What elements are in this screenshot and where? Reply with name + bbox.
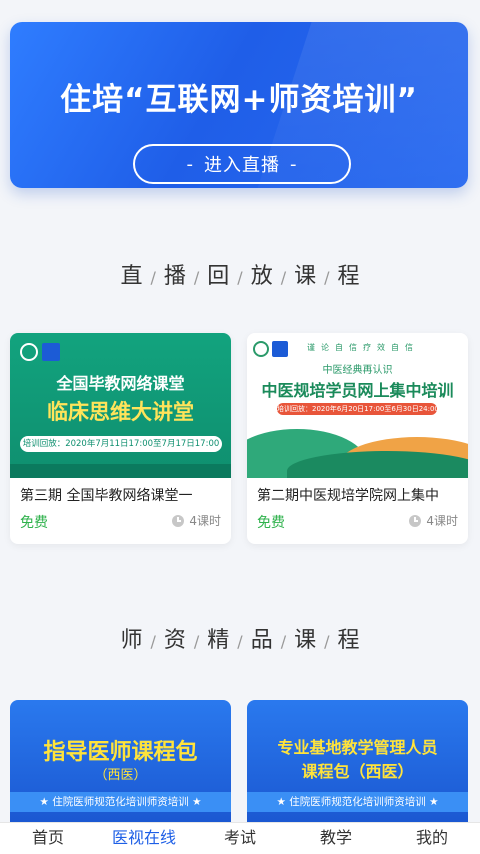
enter-live-label: 进入直播 <box>204 155 280 176</box>
thumb-date: 培训回放：2020年6月20日17:00至6月30日24:00 <box>277 403 439 415</box>
section-char: 课 <box>294 628 317 653</box>
section-separator: / <box>193 632 200 651</box>
teacher-course-card[interactable]: 专业基地教学管理人员 课程包（西医） ★ 住院医师规范化培训师资培训 ★ <box>247 700 468 828</box>
section-separator: / <box>237 268 243 287</box>
org-emblem-icon <box>253 341 269 357</box>
section-separator: / <box>150 268 156 287</box>
course-title: 第二期中医规培学院网上集中 <box>257 488 439 504</box>
section-title-teacher: 师 / 资 / 精 / 品 / 课 / 程 <box>0 622 480 654</box>
course-package-strip: ★ 住院医师规范化培训师资培训 ★ <box>10 792 231 812</box>
button-dash-right: - <box>290 153 298 175</box>
course-thumbnail: 全国毕教网络课堂 临床思维大讲堂 培训回放：2020年7月11日17:00至7月… <box>10 333 231 478</box>
replay-course-card[interactable]: 谨论自信疗效自信 中医经典再认识 中医规培学员网上集中培训 培训回放：2020年… <box>247 333 468 544</box>
course-title: 第三期 全国毕教网络课堂一 <box>20 488 193 504</box>
section-separator: / <box>280 632 287 651</box>
org-logos <box>253 341 288 357</box>
course-package-strip: ★ 住院医师规范化培训师资培训 ★ <box>247 792 468 812</box>
clock-icon <box>172 514 185 527</box>
org-logos <box>20 343 60 361</box>
course-thumbnail: 谨论自信疗效自信 中医经典再认识 中医规培学员网上集中培训 培训回放：2020年… <box>247 333 468 478</box>
section-char: 放 <box>250 264 273 289</box>
replay-course-card[interactable]: 全国毕教网络课堂 临床思维大讲堂 培训回放：2020年7月11日17:00至7月… <box>10 333 231 544</box>
course-package-title: 专业基地教学管理人员 <box>277 738 438 757</box>
course-lessons: 4课时 <box>172 512 221 529</box>
tab-teaching[interactable]: 教学 <box>288 823 384 854</box>
thumb-footer <box>10 464 231 478</box>
section-title-replay: 直 / 播 / 回 / 放 / 课 / 程 <box>0 258 480 290</box>
course-package-title: 指导医师课程包 <box>43 740 198 765</box>
section-separator: / <box>150 632 156 651</box>
org-emblem-icon <box>20 343 38 361</box>
org-logo-icon <box>42 343 60 361</box>
section-char: 回 <box>207 264 230 289</box>
lessons-count: 4课时 <box>189 514 221 528</box>
thumb-date: 培训回放：2020年7月11日17:00至7月17日17:00 <box>20 436 222 452</box>
clock-icon <box>409 514 422 527</box>
section-char: 品 <box>250 628 273 653</box>
tab-home[interactable]: 首页 <box>0 823 96 854</box>
section-char: 播 <box>163 264 186 289</box>
section-separator: / <box>193 268 200 287</box>
course-price: 免费 <box>20 515 48 531</box>
thumb-subtitle: 中医经典再认识 <box>322 365 393 376</box>
section-char: 资 <box>163 628 186 653</box>
teacher-course-card[interactable]: 指导医师课程包 （西医） ★ 住院医师规范化培训师资培训 ★ <box>10 700 231 828</box>
section-char: 直 <box>120 264 143 289</box>
section-separator: / <box>324 632 330 651</box>
section-char: 精 <box>207 628 230 653</box>
course-price: 免费 <box>257 515 285 531</box>
tab-video-online[interactable]: 医视在线 <box>96 823 192 854</box>
enter-live-button[interactable]: - 进入直播 - <box>133 144 351 184</box>
section-char: 课 <box>294 264 317 289</box>
banner-title: 住培“互联网+师资培训” <box>60 82 418 118</box>
lessons-count: 4课时 <box>426 514 458 528</box>
button-dash-left: - <box>186 153 194 175</box>
course-package-subtitle: （西医） <box>94 768 147 783</box>
section-separator: / <box>280 268 287 287</box>
course-package-title-line2: 课程包（西医） <box>301 762 414 781</box>
thumb-main-title: 中医规培学员网上集中培训 <box>261 381 454 400</box>
tab-exam[interactable]: 考试 <box>192 823 288 854</box>
live-banner[interactable]: 住培“互联网+师资培训” - 进入直播 - <box>10 22 468 188</box>
tab-mine[interactable]: 我的 <box>384 823 480 854</box>
thumb-motto: 谨论自信疗效自信 <box>307 343 419 352</box>
course-lessons: 4课时 <box>409 512 458 529</box>
thumb-line1: 全国毕教网络课堂 <box>56 374 185 393</box>
org-logo-icon <box>272 341 288 357</box>
bottom-tab-bar: 首页 医视在线 考试 教学 我的 <box>0 822 480 854</box>
thumb-line2: 临床思维大讲堂 <box>47 400 194 424</box>
section-separator: / <box>324 268 330 287</box>
section-char: 程 <box>337 264 360 289</box>
section-separator: / <box>237 632 243 651</box>
section-char: 程 <box>337 628 360 653</box>
section-char: 师 <box>120 628 143 653</box>
